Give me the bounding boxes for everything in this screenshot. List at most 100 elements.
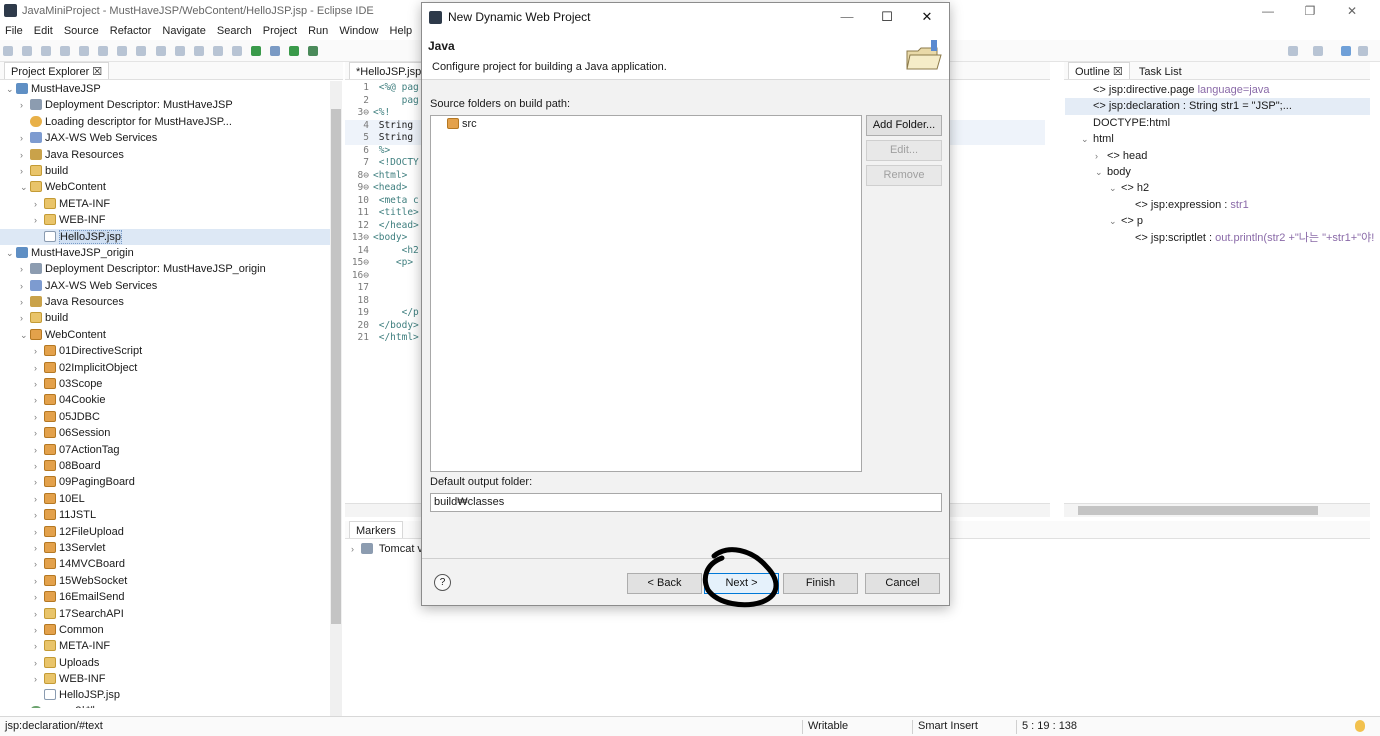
java-ee-perspective-icon[interactable] [1341,46,1351,56]
tree-item[interactable]: ⌄ WebContent [0,327,330,343]
tree-item[interactable]: › WEB-INF [0,212,330,228]
disconnect-icon[interactable] [174,46,185,56]
tree-item[interactable]: › Deployment Descriptor: MustHaveJSP_orig… [0,261,330,277]
new-icon[interactable] [3,46,13,56]
tree-item[interactable]: › Uploads [0,655,330,671]
chevron-right-icon[interactable]: › [34,638,44,654]
tree-item[interactable]: › JAX-WS Web Services [0,278,330,294]
chevron-down-icon[interactable]: ⌄ [1095,164,1107,180]
run-icon[interactable] [250,46,261,56]
minimize-button[interactable]: — [1248,2,1288,20]
chevron-down-icon[interactable]: ⌄ [20,179,30,195]
search-icon[interactable] [1288,46,1298,56]
chevron-right-icon[interactable]: › [34,573,44,589]
chevron-down-icon[interactable]: ⌄ [20,327,30,343]
tree-item[interactable]: HelloJSP.jsp [0,228,330,245]
menu-edit[interactable]: Edit [34,25,53,37]
tree-item[interactable]: › WEB-INF [0,671,330,687]
tree-item[interactable]: › Deployment Descriptor: MustHaveJSP [0,97,330,113]
chevron-right-icon[interactable]: › [20,147,30,163]
explorer-scrollbar[interactable] [330,81,342,716]
dialog-close-button[interactable]: ✕ [912,3,942,31]
tree-item[interactable]: › 04Cookie [0,392,330,408]
tree-item[interactable]: ⌄ WebContent [0,179,330,195]
coverage-icon[interactable] [308,46,318,56]
tree-item[interactable]: › build [0,310,330,326]
tree-item[interactable]: › 07ActionTag [0,442,330,458]
tree-item[interactable]: › 03Scope [0,376,330,392]
edit-button[interactable]: Edit... [866,140,942,161]
project-explorer-tab[interactable]: Project Explorer ☒ [4,62,110,79]
run-as-icon[interactable] [288,46,299,56]
chevron-right-icon[interactable]: › [34,425,44,441]
chevron-right-icon[interactable]: › [34,458,44,474]
menu-help[interactable]: Help [390,25,413,37]
outline-item[interactable]: <> jsp:scriptlet : out.println(str2 +"나는… [1065,230,1374,246]
tree-item[interactable]: › META-INF [0,196,330,212]
terminal-icon[interactable] [79,46,90,56]
finish-button[interactable]: Finish [783,573,858,594]
dialog-maximize-button[interactable]: ☐ [872,3,902,31]
chevron-right-icon[interactable]: › [34,491,44,507]
help-icon[interactable]: ? [434,574,451,591]
add-folder-button[interactable]: Add Folder... [866,115,942,136]
chevron-right-icon[interactable]: › [34,392,44,408]
editor-tab-hellojsp[interactable]: *HelloJSP.jsp [349,62,429,79]
chevron-right-icon[interactable]: › [34,409,44,425]
step-return-icon[interactable] [231,46,242,56]
chevron-right-icon[interactable]: › [34,360,44,376]
step-over-icon[interactable] [212,46,223,56]
menu-window[interactable]: Window [339,25,378,37]
task-list-tab[interactable]: Task List [1139,66,1182,78]
chevron-right-icon[interactable]: › [34,524,44,540]
back-button[interactable]: < Back [627,573,702,594]
outline-item[interactable]: › <> head [1065,148,1370,164]
tree-item[interactable]: › 15WebSocket [0,573,330,589]
save-all-icon[interactable] [60,46,71,56]
chevron-right-icon[interactable]: › [1095,148,1107,164]
tree-item[interactable]: › 08Board [0,458,330,474]
chevron-right-icon[interactable]: › [20,97,30,113]
outline-item[interactable]: ⌄ body [1065,164,1370,180]
chevron-right-icon[interactable]: › [34,622,44,638]
chevron-right-icon[interactable]: › [34,655,44,671]
tree-item[interactable]: › META-INF [0,638,330,654]
chevron-down-icon[interactable]: ⌄ [1109,213,1121,229]
tree-item[interactable]: HelloJSP.jsp [0,687,330,703]
chevron-right-icon[interactable]: › [34,671,44,687]
explorer-scrollbar-thumb[interactable] [331,109,341,624]
tree-item[interactable]: › 16EmailSend [0,589,330,605]
resume-icon[interactable] [117,46,128,56]
tree-item[interactable]: › JAX-WS Web Services [0,130,330,146]
tip-lightbulb-icon[interactable] [1355,720,1365,732]
chevron-right-icon[interactable]: › [34,343,44,359]
menu-project[interactable]: Project [263,25,297,37]
chevron-right-icon[interactable]: › [34,507,44,523]
chevron-right-icon[interactable]: › [34,589,44,605]
outline-hscrollbar-thumb[interactable] [1078,506,1318,515]
tree-item[interactable]: cover 입체.png [0,704,330,708]
outline-item[interactable]: <> jsp:directive.page language=java [1065,82,1370,98]
menu-file[interactable]: File [5,25,23,37]
markers-tab[interactable]: Markers [349,521,403,538]
source-folder-item[interactable]: src [447,118,477,130]
chevron-down-icon[interactable]: ⌄ [1081,131,1093,147]
outline-hscrollbar[interactable] [1064,503,1370,517]
chevron-down-icon[interactable]: ⌄ [6,81,16,97]
tree-item[interactable]: › 10EL [0,491,330,507]
close-window-button[interactable]: ✕ [1332,2,1372,20]
debug-icon[interactable] [269,46,280,56]
chevron-right-icon[interactable]: › [20,278,30,294]
tree-item[interactable]: › 02ImplicitObject [0,360,330,376]
chevron-right-icon[interactable]: › [34,212,44,228]
tree-item[interactable]: › 09PagingBoard [0,474,330,490]
chevron-right-icon[interactable]: › [34,474,44,490]
outline-item[interactable]: <> jsp:declaration : String str1 = "JSP"… [1065,98,1370,115]
chevron-right-icon[interactable]: › [34,376,44,392]
outline-item[interactable]: <> jsp:expression : str1 [1065,197,1370,213]
source-folders-list[interactable]: src [430,115,862,472]
chevron-right-icon[interactable]: › [20,130,30,146]
open-perspective-icon[interactable] [1313,46,1323,56]
chevron-right-icon[interactable]: › [34,556,44,572]
new-server-icon[interactable] [22,46,33,56]
